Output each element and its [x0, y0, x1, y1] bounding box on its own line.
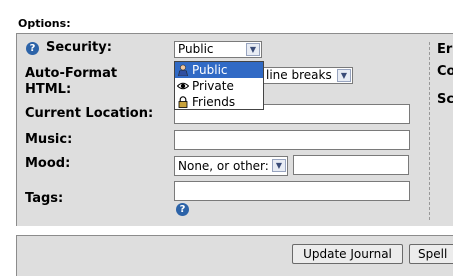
autoformat-label-line2: HTML:: [25, 82, 72, 97]
eye-icon: [177, 82, 189, 90]
security-help-icon[interactable]: ?: [26, 42, 39, 55]
tags-input[interactable]: [174, 181, 410, 201]
lock-icon: [178, 96, 188, 108]
spell-check-button[interactable]: Spell: [409, 244, 453, 264]
options-heading: Options:: [18, 17, 71, 30]
dropdown-option-public[interactable]: Public: [175, 62, 263, 78]
security-label: Security:: [46, 40, 112, 55]
mood-select-value: None, or other:: [178, 159, 269, 173]
location-label: Current Location:: [25, 106, 154, 121]
autoformat-select[interactable]: line breaks ▼: [262, 67, 353, 84]
dropdown-option-friends[interactable]: Friends: [175, 94, 263, 110]
mood-select[interactable]: None, or other: ▼: [174, 156, 288, 176]
person-icon: [178, 64, 188, 76]
tags-label: Tags:: [25, 191, 64, 206]
dropdown-option-label: Public: [192, 63, 228, 77]
security-select[interactable]: Public ▼: [174, 41, 262, 58]
chevron-down-icon[interactable]: ▼: [337, 69, 351, 82]
dropdown-option-private[interactable]: Private: [175, 78, 263, 94]
right-column-label-3: Sc: [437, 92, 453, 107]
chevron-down-icon[interactable]: ▼: [246, 43, 260, 56]
update-journal-button[interactable]: Update Journal: [292, 244, 403, 264]
mood-other-input[interactable]: [293, 155, 409, 175]
tags-help-icon[interactable]: ?: [176, 203, 189, 216]
autoformat-label: Auto-Format HTML:: [25, 66, 117, 98]
mood-label: Mood:: [25, 156, 71, 171]
dropdown-option-label: Private: [192, 79, 234, 93]
dropdown-option-label: Friends: [192, 95, 236, 109]
music-label: Music:: [25, 132, 73, 147]
security-dropdown-list[interactable]: Public Private Friends: [174, 61, 264, 110]
panel-divider: [429, 42, 430, 220]
autoformat-label-line1: Auto-Format: [25, 66, 118, 81]
chevron-down-icon[interactable]: ▼: [272, 159, 286, 172]
right-column-label-2: Co: [437, 64, 453, 79]
security-select-value: Public: [178, 42, 214, 56]
autoformat-select-value: line breaks: [266, 68, 332, 82]
right-column-label-1: Er: [437, 42, 453, 57]
music-input[interactable]: [174, 130, 410, 150]
